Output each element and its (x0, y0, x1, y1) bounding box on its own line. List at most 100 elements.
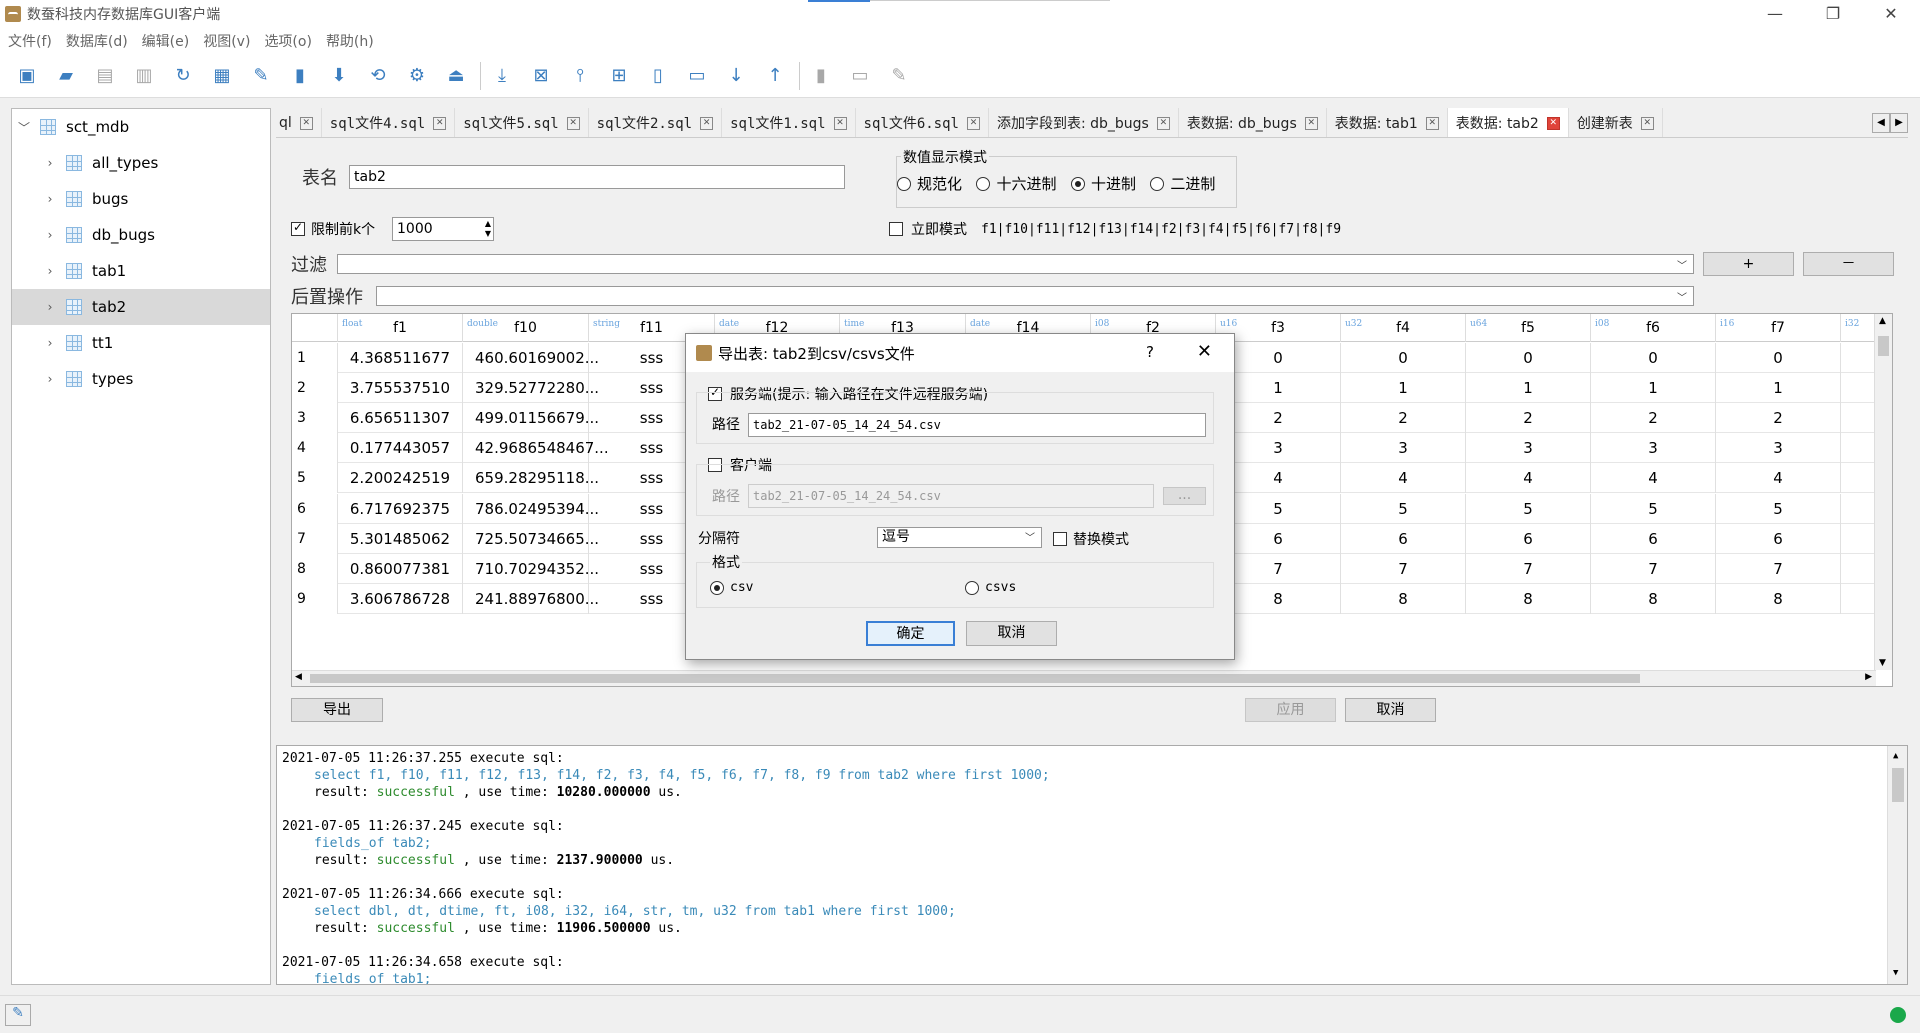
chevron-right-icon[interactable]: › (42, 156, 58, 170)
radio-normalized[interactable]: 规范化 (897, 173, 962, 194)
save-icon[interactable]: ▤ (92, 63, 118, 89)
cell-f1[interactable]: 2.200242519 (338, 463, 463, 494)
cell-f6[interactable]: 8 (1591, 583, 1716, 614)
cell-f7[interactable]: 6 (1716, 523, 1841, 554)
download-box-icon[interactable]: ⬇ (326, 63, 352, 89)
cell-f7[interactable]: 5 (1716, 493, 1841, 524)
close-tab-icon[interactable]: ✕ (1640, 116, 1654, 130)
dialog-close-icon[interactable]: ✕ (1197, 341, 1212, 362)
row-number[interactable]: 9 (292, 583, 338, 614)
row-number[interactable]: 4 (292, 433, 338, 464)
table-name-input[interactable]: tab2 (349, 165, 845, 189)
cell-f7[interactable]: 3 (1716, 433, 1841, 464)
cell-f1[interactable]: 3.755537510 (338, 373, 463, 404)
row-number[interactable]: 6 (292, 493, 338, 524)
row-number[interactable]: 8 (292, 553, 338, 584)
cancel-button[interactable]: 取消 (1345, 698, 1436, 722)
grid-vertical-scrollbar[interactable]: ▲ ▼ (1874, 314, 1892, 670)
close-tab-icon[interactable]: ✕ (566, 116, 580, 130)
column-header-f7[interactable]: i16 f7 (1716, 314, 1841, 342)
row-number[interactable]: 5 (292, 463, 338, 494)
cell-f4[interactable]: 8 (1341, 583, 1466, 614)
menu-view[interactable]: 视图(v) (203, 31, 250, 51)
ok-button[interactable]: 确定 (866, 621, 955, 646)
tab-create-table[interactable]: 创建新表 ✕ (1569, 108, 1663, 137)
close-tab-icon[interactable]: ✕ (833, 116, 847, 130)
close-tab-icon[interactable]: ✕ (700, 116, 714, 130)
cell-f10[interactable]: 499.01156679... (463, 403, 599, 434)
row-number[interactable]: 3 (292, 403, 338, 434)
cell-f4[interactable]: 4 (1341, 463, 1466, 494)
row-number[interactable]: 7 (292, 523, 338, 554)
row-number[interactable]: 1 (292, 343, 338, 373)
chevron-right-icon[interactable]: › (42, 192, 58, 206)
column-header-f4[interactable]: u32 f4 (1341, 314, 1466, 342)
cell-f5[interactable]: 0 (1466, 343, 1591, 373)
scroll-thumb[interactable] (1892, 768, 1904, 802)
limit-checkbox[interactable] (291, 220, 305, 236)
replace-mode-checkbox[interactable] (1053, 532, 1067, 546)
close-tab-icon[interactable]: ✕ (1156, 116, 1170, 130)
menu-database[interactable]: 数据库(d) (66, 31, 128, 51)
delimiter-select[interactable]: 逗号 ﹀ (877, 527, 1042, 548)
close-icon[interactable]: ✕ (1862, 0, 1920, 28)
menu-edit[interactable]: 编辑(e) (142, 31, 190, 51)
chevron-right-icon[interactable]: › (42, 336, 58, 350)
edit-disabled-icon[interactable]: ✎ (886, 63, 912, 89)
post-op-combo[interactable]: ﹀ (376, 286, 1694, 306)
chevron-down-icon[interactable]: ﹀ (1025, 529, 1035, 548)
browse-button[interactable]: ... (1163, 487, 1206, 505)
tree-item-bugs[interactable]: › bugs (12, 181, 270, 217)
cell-f10[interactable]: 786.02495394... (463, 493, 599, 524)
cell-f4[interactable]: 7 (1341, 553, 1466, 584)
close-tab-icon[interactable]: ✕ (1546, 116, 1560, 130)
radio-hex[interactable]: 十六进制 (976, 173, 1056, 194)
upload-tray-icon[interactable]: ⏏ (443, 63, 469, 89)
close-tab-icon[interactable]: ✕ (299, 116, 313, 130)
upload-icon[interactable]: ↑ (762, 63, 788, 89)
remove-filter-button[interactable]: － (1803, 252, 1894, 276)
radio-csv[interactable]: csv (710, 580, 753, 595)
cell-f10[interactable]: 659.28295118... (463, 463, 599, 494)
cell-f5[interactable]: 8 (1466, 583, 1591, 614)
cell-f1[interactable]: 6.717692375 (338, 493, 463, 524)
instant-mode-checkbox[interactable] (889, 222, 903, 236)
tab-data-db_bugs[interactable]: 表数据: db_bugs ✕ (1179, 108, 1327, 137)
column-header-f1[interactable]: float f1 (338, 314, 463, 342)
cell-f7[interactable]: 0 (1716, 343, 1841, 373)
cell-f5[interactable]: 1 (1466, 373, 1591, 404)
cell-f6[interactable]: 1 (1591, 373, 1716, 404)
cell-f7[interactable]: 2 (1716, 403, 1841, 434)
grid-horizontal-scrollbar[interactable]: ◀ ▶ (292, 670, 1876, 686)
save-all-icon[interactable]: ▥ (131, 63, 157, 89)
cell-f4[interactable]: 2 (1341, 403, 1466, 434)
cell-f6[interactable]: 5 (1591, 493, 1716, 524)
add-filter-button[interactable]: + (1703, 252, 1794, 276)
minimize-icon[interactable]: — (1746, 0, 1804, 28)
chevron-down-icon[interactable]: ﹀ (16, 119, 32, 136)
close-tab-icon[interactable]: ✕ (1425, 116, 1439, 130)
cell-f6[interactable]: 3 (1591, 433, 1716, 464)
cell-f6[interactable]: 6 (1591, 523, 1716, 554)
tab-data-tab1[interactable]: 表数据: tab1 ✕ (1327, 108, 1448, 137)
tree-item-tt1[interactable]: › tt1 (12, 325, 270, 361)
cell-f10[interactable]: 710.70294352... (463, 553, 599, 584)
open-folder-icon[interactable]: ▰ (53, 63, 79, 89)
cell-f5[interactable]: 6 (1466, 523, 1591, 554)
cell-f4[interactable]: 6 (1341, 523, 1466, 554)
tab-sql6[interactable]: sql文件6.sql ✕ (856, 108, 989, 137)
tab-scroll-right-icon[interactable]: ▶ (1890, 113, 1908, 133)
export-button[interactable]: 导出 (291, 698, 383, 722)
menu-help[interactable]: 帮助(h) (326, 31, 374, 51)
tree-item-types[interactable]: › types (12, 361, 270, 397)
edit-mode-icon[interactable]: ✎ (5, 1004, 31, 1026)
tab-sql5[interactable]: sql文件5.sql ✕ (455, 108, 589, 137)
cell-f5[interactable]: 2 (1466, 403, 1591, 434)
row-number[interactable]: 2 (292, 373, 338, 404)
log-scrollbar[interactable]: ▲ ▼ (1887, 746, 1907, 984)
cell-f5[interactable]: 3 (1466, 433, 1591, 464)
tab-sql[interactable]: ql ✕ (276, 108, 322, 137)
cell-f5[interactable]: 7 (1466, 553, 1591, 584)
chevron-right-icon[interactable]: › (42, 372, 58, 386)
chevron-right-icon[interactable]: › (42, 300, 58, 314)
